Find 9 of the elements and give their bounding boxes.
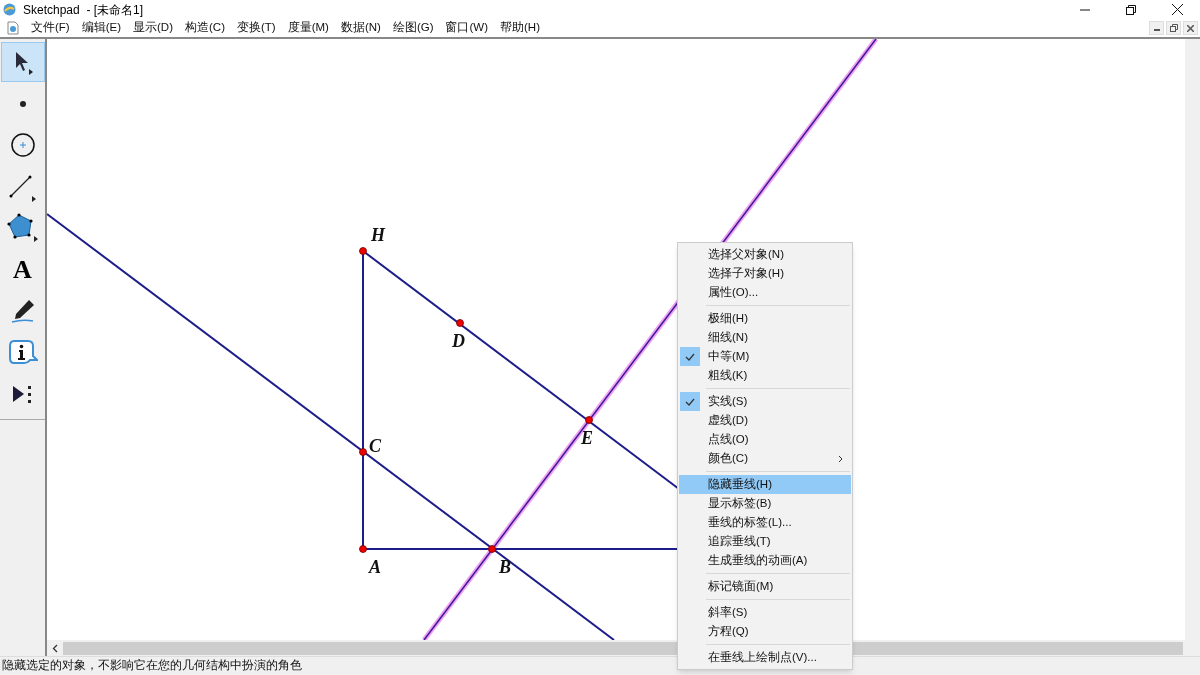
window-title: Sketchpad - [未命名1]: [23, 1, 144, 19]
point-label: D: [452, 331, 465, 351]
point-label: E: [581, 428, 593, 448]
point-label: B: [499, 557, 511, 577]
point-label: A: [369, 557, 381, 577]
status-text: 隐藏选定的对象，不影响它在您的几何结构中扮演的角色: [2, 658, 302, 674]
point-label: C: [369, 436, 381, 456]
text-tool-glyph: A: [13, 256, 32, 283]
point-label: H: [371, 225, 385, 245]
